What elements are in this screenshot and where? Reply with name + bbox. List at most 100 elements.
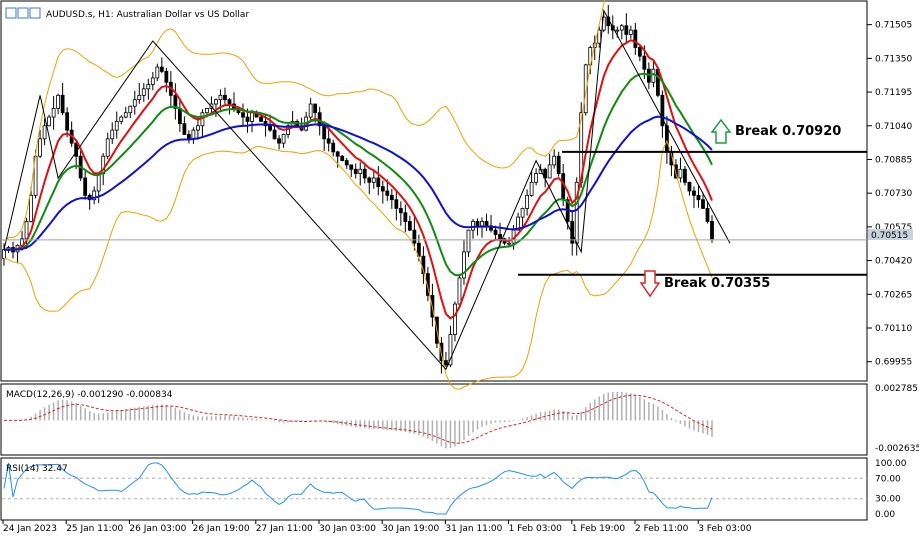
rsi-panel xyxy=(0,457,868,521)
price-tick-label: 0.71195 xyxy=(875,88,912,98)
time-tick-label: 27 Jan 11:00 xyxy=(256,524,313,534)
candle-body xyxy=(227,99,232,105)
candle-body xyxy=(444,360,448,366)
candle-body xyxy=(453,303,457,335)
time-tick-label: 1 Feb 03:00 xyxy=(509,524,563,534)
candle-body xyxy=(457,277,462,305)
candle-body xyxy=(186,134,191,140)
candle-body xyxy=(42,125,47,140)
candle-body xyxy=(624,25,629,35)
candle-body xyxy=(141,88,146,96)
candle-body xyxy=(65,112,70,131)
candle-body xyxy=(534,173,539,183)
candle-body xyxy=(389,194,394,201)
current-price-text: 0.70515 xyxy=(871,231,908,241)
candle-body xyxy=(683,168,687,183)
candle-body xyxy=(710,221,714,240)
candle-body xyxy=(47,116,51,127)
candle-body xyxy=(678,168,683,179)
candle-body xyxy=(223,94,227,101)
candle-body xyxy=(281,134,286,144)
candle-body xyxy=(371,177,376,183)
candle-body xyxy=(114,121,119,131)
candle-body xyxy=(110,129,115,140)
candle-body xyxy=(182,123,187,135)
candle-body xyxy=(56,94,61,109)
candle-body xyxy=(331,142,336,153)
candle-body xyxy=(155,66,160,79)
chart-window: 0.002785 -0.002635 100.00 70.00 30.00 0.00 0… xyxy=(0,0,919,537)
rsi-tick-label: 100.00 xyxy=(875,459,907,469)
candle-body xyxy=(529,181,534,196)
candle-body xyxy=(651,68,656,83)
candle-body xyxy=(322,125,327,140)
candle-body xyxy=(642,55,647,70)
candle-body xyxy=(597,29,602,44)
candle-body xyxy=(705,207,710,222)
time-tick-label: 31 Jan 11:00 xyxy=(445,524,502,534)
price-tick-label: 0.70730 xyxy=(875,189,912,199)
time-tick-label: 2 Feb 11:00 xyxy=(635,524,689,534)
candle-body xyxy=(335,151,340,157)
candle-body xyxy=(619,25,624,31)
candle-body xyxy=(159,66,164,72)
time-tick-label: 3 Feb 03:00 xyxy=(698,524,752,534)
candle-body xyxy=(196,125,200,131)
rsi-tick-label: 30.00 xyxy=(875,495,901,505)
chart-menu-icon[interactable] xyxy=(5,7,17,19)
candle-body xyxy=(241,112,245,118)
candle-body xyxy=(498,234,502,240)
candle-body xyxy=(646,68,651,83)
candle-body xyxy=(633,29,638,48)
candle-body xyxy=(615,29,620,32)
macd-label: MACD(12,26,9) -0.001290 -0.000834 xyxy=(6,390,173,400)
candle-body xyxy=(407,221,412,231)
candle-body xyxy=(177,107,182,124)
candle-body xyxy=(475,221,480,227)
candle-body xyxy=(205,107,209,114)
candle-body xyxy=(471,221,475,231)
rsi-tick-label: 0.00 xyxy=(875,510,895,520)
chart-type-icon[interactable] xyxy=(17,7,29,19)
price-tick-label: 0.71505 xyxy=(875,21,912,31)
chart-title: AUDUSD.s, H1: Australian Dollar vs US Do… xyxy=(46,10,249,20)
candle-body xyxy=(128,105,133,114)
candle-body xyxy=(96,173,101,192)
candle-body xyxy=(552,155,557,166)
time-tick-label: 1 Feb 19:00 xyxy=(572,524,626,534)
candle-body xyxy=(313,103,318,114)
price-chart-svg[interactable]: 0.002785 -0.002635 100.00 70.00 30.00 0.00 0… xyxy=(0,0,919,537)
candle-body xyxy=(394,199,399,209)
candle-body xyxy=(29,194,33,222)
macd-max-label: 0.002785 xyxy=(875,384,918,394)
candle-body xyxy=(164,71,169,83)
candle-body xyxy=(119,116,124,122)
candle-body xyxy=(362,168,367,179)
chart-properties-icon[interactable] xyxy=(29,7,41,19)
candle-body xyxy=(687,181,692,192)
candle-body xyxy=(480,221,484,227)
candle-body xyxy=(326,138,331,144)
candle-body xyxy=(696,194,701,201)
time-tick-label: 24 Jan 2023 xyxy=(3,524,57,534)
price-tick-label: 0.70885 xyxy=(875,155,912,165)
candle-body xyxy=(403,212,408,222)
candle-body xyxy=(105,138,110,157)
candle-body xyxy=(137,94,142,101)
candle-body xyxy=(83,177,88,196)
time-tick-label: 26 Jan 03:00 xyxy=(129,524,186,534)
candle-body xyxy=(493,229,498,235)
candle-body xyxy=(380,186,385,192)
candle-body xyxy=(277,138,281,144)
candle-body xyxy=(150,77,155,85)
candle-body xyxy=(637,47,642,57)
time-tick-label: 25 Jan 11:00 xyxy=(66,524,123,534)
candle-body xyxy=(272,129,277,140)
candle-body xyxy=(547,164,552,179)
break-up-label: Break 0.70920 xyxy=(735,124,841,139)
price-tick-label: 0.70110 xyxy=(875,324,912,334)
candle-body xyxy=(2,249,6,259)
time-tick-label: 30 Jan 03:00 xyxy=(319,524,376,534)
price-tick-label: 0.69955 xyxy=(875,358,912,368)
candle-body xyxy=(628,29,633,35)
